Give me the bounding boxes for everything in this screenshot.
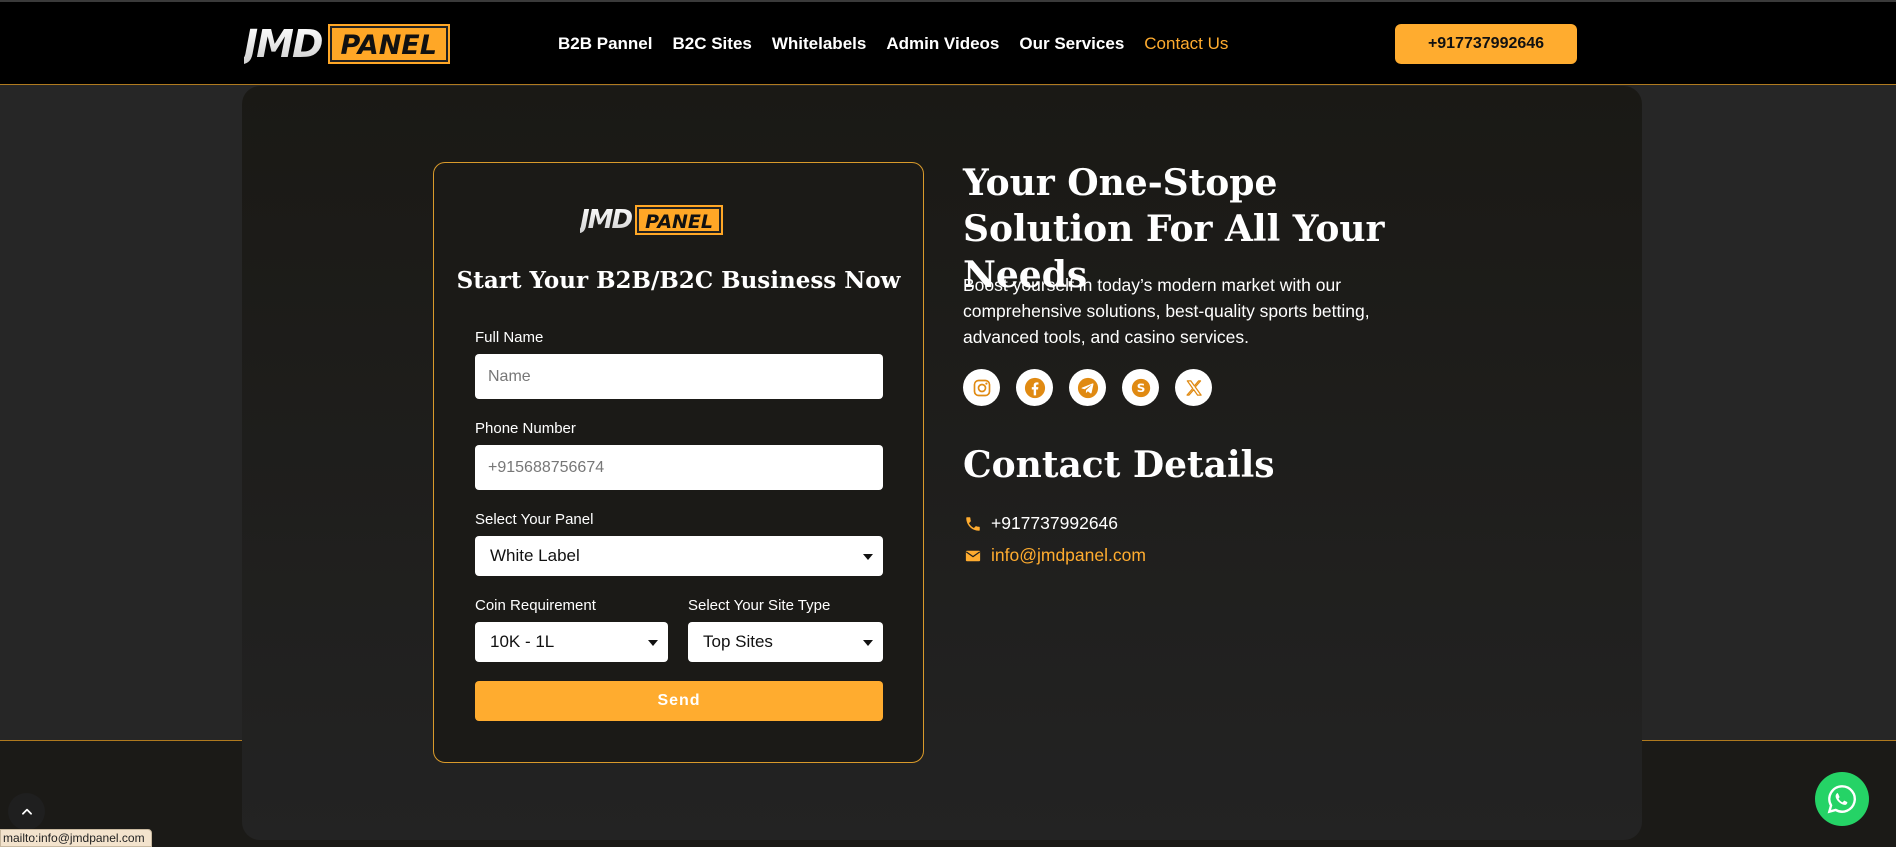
nav-item-whitelabels[interactable]: Whitelabels: [772, 32, 866, 56]
header-phone-button[interactable]: +917737992646: [1395, 24, 1577, 64]
caret-down-icon: [648, 640, 658, 646]
nav-item-our-services[interactable]: Our Services: [1019, 32, 1124, 56]
logo-badge: PANEL: [327, 24, 450, 64]
phone-number-input[interactable]: [475, 445, 883, 490]
site-type-select[interactable]: Top Sites: [688, 622, 883, 662]
social-links: S: [963, 369, 1212, 406]
phone-number-label: Phone Number: [475, 420, 576, 437]
phone-icon: [966, 516, 980, 531]
send-button[interactable]: Send: [475, 681, 883, 721]
nav-item-b2c-sites[interactable]: B2C Sites: [672, 32, 751, 56]
svg-text:S: S: [1136, 381, 1145, 395]
whatsapp-icon: [1827, 785, 1856, 814]
facebook-icon[interactable]: [1016, 369, 1053, 406]
contact-email-row[interactable]: info@jmdpanel.com: [964, 545, 1146, 566]
panel-select[interactable]: White Label: [475, 536, 883, 576]
nav-item-b2b-pannel[interactable]: B2B Pannel: [558, 32, 652, 56]
nav-item-admin-videos[interactable]: Admin Videos: [886, 32, 999, 56]
caret-down-icon: [863, 554, 873, 560]
contact-phone: +917737992646: [991, 513, 1119, 533]
scroll-to-top-button[interactable]: [8, 793, 45, 830]
full-name-label: Full Name: [475, 329, 544, 346]
site-type-label: Select Your Site Type: [688, 597, 831, 614]
envelope-icon: [965, 550, 981, 561]
chevron-up-icon: [21, 808, 32, 815]
nav-item-contact-us[interactable]: Contact Us: [1144, 32, 1228, 56]
contact-phone-row[interactable]: +917737992646: [964, 513, 1118, 534]
coin-requirement-select[interactable]: 10K - 1L: [475, 622, 668, 662]
logo-word: JMD: [244, 24, 328, 64]
x-twitter-icon[interactable]: [1175, 369, 1212, 406]
site-type-value: Top Sites: [703, 632, 773, 651]
site-logo[interactable]: JMD PANEL: [244, 24, 490, 64]
panel-select-label: Select Your Panel: [475, 511, 594, 528]
contact-details-title: Contact Details: [963, 444, 1275, 486]
skype-icon[interactable]: S: [1122, 369, 1159, 406]
coin-requirement-value: 10K - 1L: [490, 632, 555, 651]
form-title: Start Your B2B/B2C Business Now: [456, 267, 901, 294]
contact-email: info@jmdpanel.com: [991, 545, 1146, 565]
form-logo-badge: PANEL: [635, 205, 724, 235]
lead-form: JMD PANEL Start Your B2B/B2C Business No…: [433, 162, 924, 763]
caret-down-icon: [863, 640, 873, 646]
whatsapp-button[interactable]: [1815, 772, 1869, 826]
status-bar-url: mailto:info@jmdpanel.com: [0, 829, 152, 847]
full-name-input[interactable]: [475, 354, 883, 399]
coin-requirement-label: Coin Requirement: [475, 597, 596, 614]
form-logo-word: JMD: [580, 205, 635, 235]
main-nav: B2B Pannel B2C Sites Whitelabels Admin V…: [558, 32, 1248, 56]
form-logo: JMD PANEL: [580, 205, 724, 235]
site-header: JMD PANEL B2B Pannel B2C Sites Whitelabe…: [0, 0, 1896, 85]
hero-description: Boost yourself in today’s modern market …: [963, 275, 1370, 347]
panel-select-value: White Label: [490, 546, 580, 565]
instagram-icon[interactable]: [963, 369, 1000, 406]
telegram-icon[interactable]: [1069, 369, 1106, 406]
